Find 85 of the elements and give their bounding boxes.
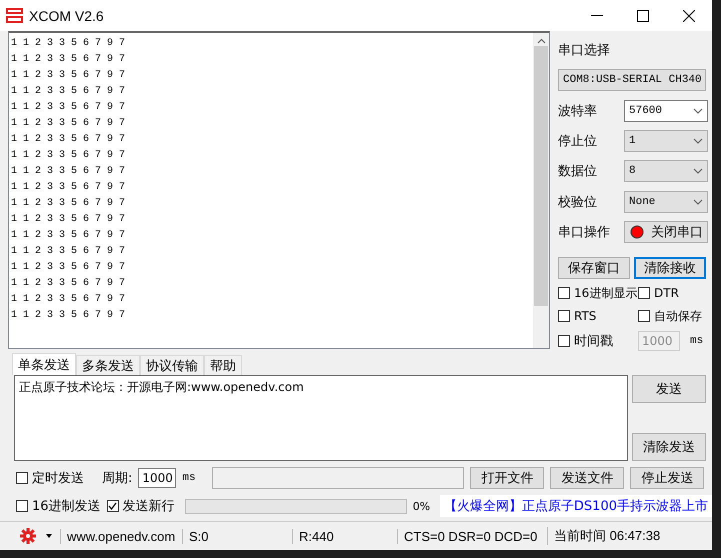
scrollbar-thumb[interactable] (534, 46, 548, 306)
status-field: www.openedv.com (60, 528, 182, 544)
dropdown-caret-icon (693, 198, 703, 205)
option-label: DTR (654, 286, 679, 300)
send-tab[interactable]: 帮助 (204, 355, 242, 375)
receive-action-button[interactable]: 保存窗口 (558, 256, 630, 279)
checkbox[interactable] (16, 500, 28, 512)
receive-action-button[interactable]: 清除接收 (634, 256, 706, 279)
setting-label: 数据位 (558, 163, 597, 180)
setting-dropdown[interactable]: 8 (624, 160, 708, 182)
option-label: 定时发送 (32, 470, 84, 487)
file-action-button[interactable]: 发送文件 (550, 467, 624, 489)
close-port-button[interactable]: 关闭串口 (624, 221, 708, 244)
port-select-label: 串口选择 (558, 42, 610, 60)
option-label: 时间戳 (574, 332, 613, 350)
caret-icon[interactable] (46, 534, 52, 538)
received-line: 1 1 2 3 3 5 6 7 9 7 (11, 213, 126, 227)
option-label: 发送新行 (122, 498, 175, 515)
send-tab[interactable]: 协议传输 (140, 355, 204, 375)
setting-label: 停止位 (558, 133, 597, 150)
received-line: 1 1 2 3 3 5 6 7 9 7 (11, 133, 126, 147)
received-line: 1 1 2 3 3 5 6 7 9 7 (11, 245, 126, 259)
option-label: 自动保存 (654, 308, 702, 325)
checkbox[interactable] (638, 287, 650, 300)
port-operation-label: 串口操作 (558, 224, 610, 242)
status-field: R:440 (292, 528, 397, 544)
led-icon (629, 224, 645, 240)
received-line: 1 1 2 3 3 5 6 7 9 7 (11, 101, 126, 115)
file-path-field[interactable] (212, 467, 464, 489)
received-line: 1 1 2 3 3 5 6 7 9 7 (11, 69, 126, 83)
option-label: 16进制显示 (574, 284, 638, 302)
maximize-icon (637, 10, 649, 22)
unit-label: ms (690, 334, 704, 347)
setting-dropdown[interactable]: 1 (624, 130, 708, 152)
status-field: 当前时间 06:47:38 (547, 527, 687, 545)
scroll-up-icon[interactable] (536, 38, 546, 44)
file-action-button[interactable]: 停止发送 (630, 467, 704, 489)
unit-label: ms (182, 472, 197, 484)
dropdown-caret-icon (693, 168, 703, 174)
received-line: 1 1 2 3 3 5 6 7 9 7 (11, 229, 126, 243)
send-action-button[interactable]: 清除发送 (632, 433, 706, 461)
send-tab[interactable]: 单条发送 (12, 353, 76, 375)
received-line: 1 1 2 3 3 5 6 7 9 7 (11, 149, 126, 163)
progress-reading: 0% (412, 500, 432, 512)
close-icon (683, 10, 695, 22)
received-line: 1 1 2 3 3 5 6 7 9 7 (11, 197, 126, 211)
logo-icon (6, 8, 23, 23)
received-line: 1 1 2 3 3 5 6 7 9 7 (11, 165, 126, 179)
status-field: CTS=0 DSR=0 DCD=0 (397, 528, 547, 544)
option-label: RTS (574, 309, 596, 324)
setting-label: 校验位 (558, 194, 597, 211)
option-label: 16进制发送 (32, 498, 101, 515)
received-line: 1 1 2 3 3 5 6 7 9 7 (11, 277, 126, 291)
send-tab[interactable]: 多条发送 (76, 355, 140, 375)
checkbox[interactable] (106, 500, 119, 512)
status-field: S:0 (182, 528, 292, 544)
received-line: 1 1 2 3 3 5 6 7 9 7 (11, 293, 126, 307)
received-line: 1 1 2 3 3 5 6 7 9 7 (11, 117, 126, 131)
received-line: 1 1 2 3 3 5 6 7 9 7 (11, 85, 126, 99)
send-action-button[interactable]: 发送 (632, 375, 706, 403)
setting-label: 波特率 (558, 102, 597, 120)
checkbox[interactable] (558, 310, 570, 322)
window-title: XCOM V2.6 (29, 8, 105, 24)
received-line: 1 1 2 3 3 5 6 7 9 7 (11, 181, 126, 195)
received-line: 1 1 2 3 3 5 6 7 9 7 (11, 37, 126, 51)
port-dropdown[interactable]: COM8:USB-SERIAL CH340 (558, 69, 706, 92)
receive-area[interactable] (8, 31, 550, 349)
checkbox[interactable] (558, 334, 570, 347)
period-label: 周期: (102, 470, 132, 487)
minimize-icon (591, 14, 603, 16)
checkbox[interactable] (558, 287, 570, 300)
setting-dropdown[interactable]: None (624, 190, 708, 213)
checkbox[interactable] (16, 472, 28, 484)
received-line: 1 1 2 3 3 5 6 7 9 7 (11, 53, 126, 67)
dropdown-caret-icon (693, 108, 703, 114)
setting-dropdown[interactable]: 57600 (624, 100, 708, 122)
received-line: 1 1 2 3 3 5 6 7 9 7 (11, 309, 126, 323)
checkbox[interactable] (638, 310, 650, 322)
send-text-area[interactable]: 正点原子技术论坛：开源电子网:www.openedv.com (14, 375, 628, 461)
gear-icon[interactable] (20, 528, 36, 544)
ad-link[interactable]: 【火爆全网】正点原子DS100手持示波器上市 (440, 495, 712, 517)
file-action-button[interactable]: 打开文件 (470, 467, 544, 489)
dropdown-caret-icon (693, 138, 703, 144)
received-line: 1 1 2 3 3 5 6 7 9 7 (11, 261, 126, 275)
period-field[interactable]: 1000 (138, 468, 176, 488)
